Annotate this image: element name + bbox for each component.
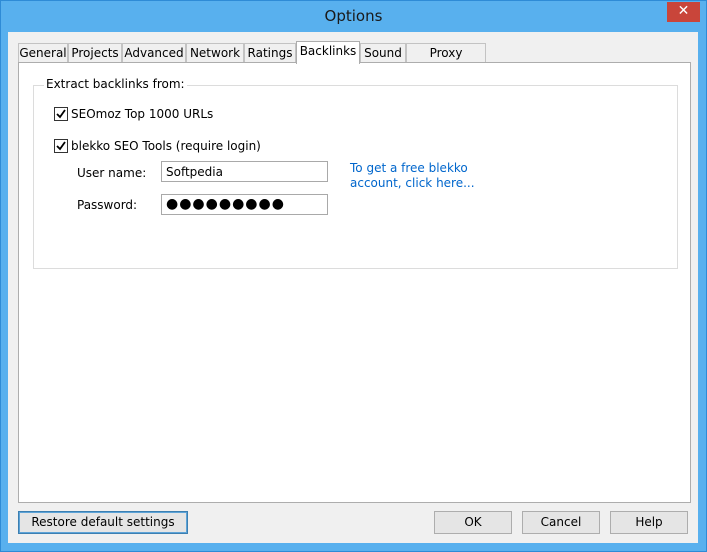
help-button[interactable]: Help xyxy=(610,511,688,534)
tab-sound[interactable]: Sound xyxy=(360,43,406,63)
ok-button[interactable]: OK xyxy=(434,511,512,534)
options-window: Options ✕ General Projects Advanced Netw… xyxy=(0,0,707,552)
blekko-checkbox[interactable] xyxy=(54,139,68,153)
tab-ratings[interactable]: Ratings xyxy=(244,43,296,63)
seomoz-checkbox[interactable] xyxy=(54,107,68,121)
close-icon: ✕ xyxy=(677,3,690,19)
username-field[interactable]: Softpedia xyxy=(161,161,328,182)
title-bar[interactable]: Options ✕ xyxy=(1,1,706,32)
blekko-label: blekko SEO Tools (require login) xyxy=(71,139,261,153)
backlinks-panel: Extract backlinks from: SEOmoz Top 1000 … xyxy=(18,62,691,503)
tab-advanced[interactable]: Advanced xyxy=(122,43,186,63)
dialog-client-area: General Projects Advanced Network Rating… xyxy=(8,32,698,543)
extract-backlinks-group: Extract backlinks from: SEOmoz Top 1000 … xyxy=(33,77,678,269)
close-button[interactable]: ✕ xyxy=(667,2,700,22)
tab-projects[interactable]: Projects xyxy=(68,43,122,63)
group-label: Extract backlinks from: xyxy=(44,77,187,91)
password-label: Password: xyxy=(77,198,138,212)
restore-defaults-button[interactable]: Restore default settings xyxy=(18,511,188,534)
tab-proxy-servers[interactable]: Proxy Servers xyxy=(406,43,486,79)
tab-general[interactable]: General xyxy=(18,43,68,63)
password-field[interactable]: ●●●●●●●●● xyxy=(161,194,328,215)
tab-network[interactable]: Network xyxy=(186,43,244,63)
seomoz-label: SEOmoz Top 1000 URLs xyxy=(71,107,214,121)
checkmark-icon xyxy=(56,109,66,119)
checkmark-icon xyxy=(56,141,66,151)
tab-backlinks[interactable]: Backlinks xyxy=(296,41,360,64)
window-title: Options xyxy=(324,7,383,25)
username-label: User name: xyxy=(77,166,147,180)
blekko-signup-link[interactable]: To get a free blekko account, click here… xyxy=(350,161,480,191)
cancel-button[interactable]: Cancel xyxy=(522,511,600,534)
